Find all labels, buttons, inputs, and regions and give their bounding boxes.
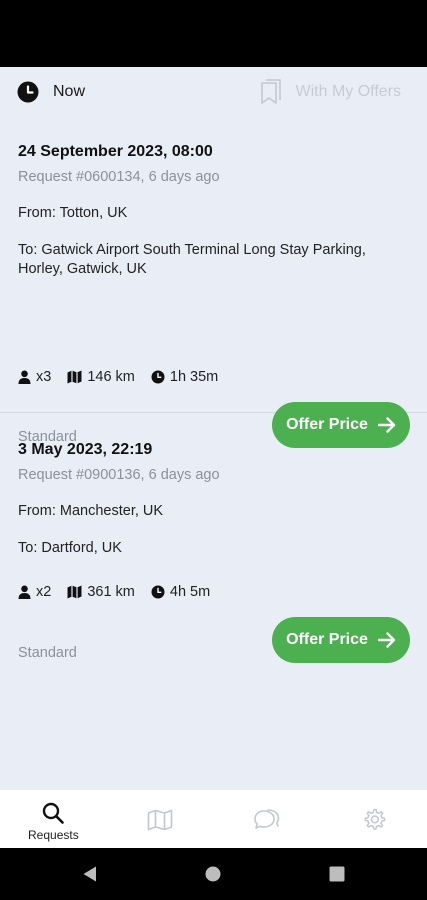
offer-price-label: Offer Price	[286, 631, 368, 648]
map-icon	[67, 585, 82, 599]
map-icon	[147, 809, 173, 831]
nav-requests-label: Requests	[28, 828, 79, 842]
system-navigation-bar	[0, 848, 427, 900]
distance-value: 361 km	[87, 584, 135, 600]
app-content: Now With My Offers 24 September 2023, 08…	[0, 67, 427, 790]
back-icon[interactable]	[81, 865, 99, 883]
request-card[interactable]: 3 May 2023, 22:19 Request #0900136, 6 da…	[0, 431, 427, 691]
distance-stat: 146 km	[67, 369, 135, 385]
filter-with-my-offers[interactable]: With My Offers	[259, 78, 402, 106]
status-bar	[0, 0, 427, 67]
nav-requests[interactable]: Requests	[0, 790, 107, 848]
request-from: From: Totton, UK	[18, 205, 128, 221]
map-icon	[67, 370, 82, 384]
bookmarks-icon	[260, 79, 281, 104]
offer-price-button[interactable]: Offer Price	[272, 617, 410, 663]
passengers-count: x3	[36, 369, 52, 385]
request-to: To: Gatwick Airport South Terminal Long …	[18, 242, 366, 277]
passengers-count: x2	[36, 584, 52, 600]
distance-value: 146 km	[87, 369, 135, 385]
request-to: To: Dartford, UK	[18, 540, 122, 556]
filter-offers-label: With My Offers	[295, 83, 402, 100]
distance-stat: 361 km	[67, 584, 135, 600]
vehicle-category: Standard	[18, 645, 77, 661]
search-icon	[43, 802, 65, 824]
request-date: 3 May 2023, 22:19	[18, 441, 153, 458]
person-icon	[18, 370, 31, 384]
clock-icon	[151, 370, 165, 384]
duration-value: 1h 35m	[169, 369, 219, 385]
request-from: From: Manchester, UK	[18, 503, 164, 519]
recents-icon[interactable]	[329, 866, 345, 882]
nav-map[interactable]	[107, 790, 214, 848]
clock-icon	[17, 81, 39, 103]
nav-settings[interactable]	[320, 790, 427, 848]
bottom-nav: Requests	[0, 790, 427, 848]
filter-bar: Now With My Offers	[0, 67, 427, 117]
filter-now[interactable]: Now	[16, 79, 85, 105]
request-card[interactable]: 24 September 2023, 08:00 Request #060013…	[0, 133, 427, 448]
duration-stat: 1h 35m	[151, 369, 218, 385]
duration-stat: 4h 5m	[151, 584, 210, 600]
request-stats: x3 146 km 1h 35m	[18, 369, 234, 385]
duration-value: 4h 5m	[169, 584, 211, 600]
filter-now-label: Now	[53, 83, 86, 100]
nav-messages[interactable]	[214, 790, 321, 848]
passengers-stat: x2	[18, 584, 51, 600]
passengers-stat: x3	[18, 369, 51, 385]
person-icon	[18, 585, 31, 599]
chat-bubbles-icon	[254, 809, 280, 829]
request-number: Request #0900136, 6 days ago	[18, 467, 220, 483]
request-number: Request #0600134, 6 days ago	[18, 169, 220, 185]
home-icon[interactable]	[205, 866, 221, 882]
arrow-right-icon	[377, 632, 396, 648]
request-stats: x2 361 km 4h 5m	[18, 584, 226, 600]
request-date: 24 September 2023, 08:00	[18, 143, 213, 160]
gear-icon	[364, 808, 385, 830]
clock-icon	[151, 585, 165, 599]
